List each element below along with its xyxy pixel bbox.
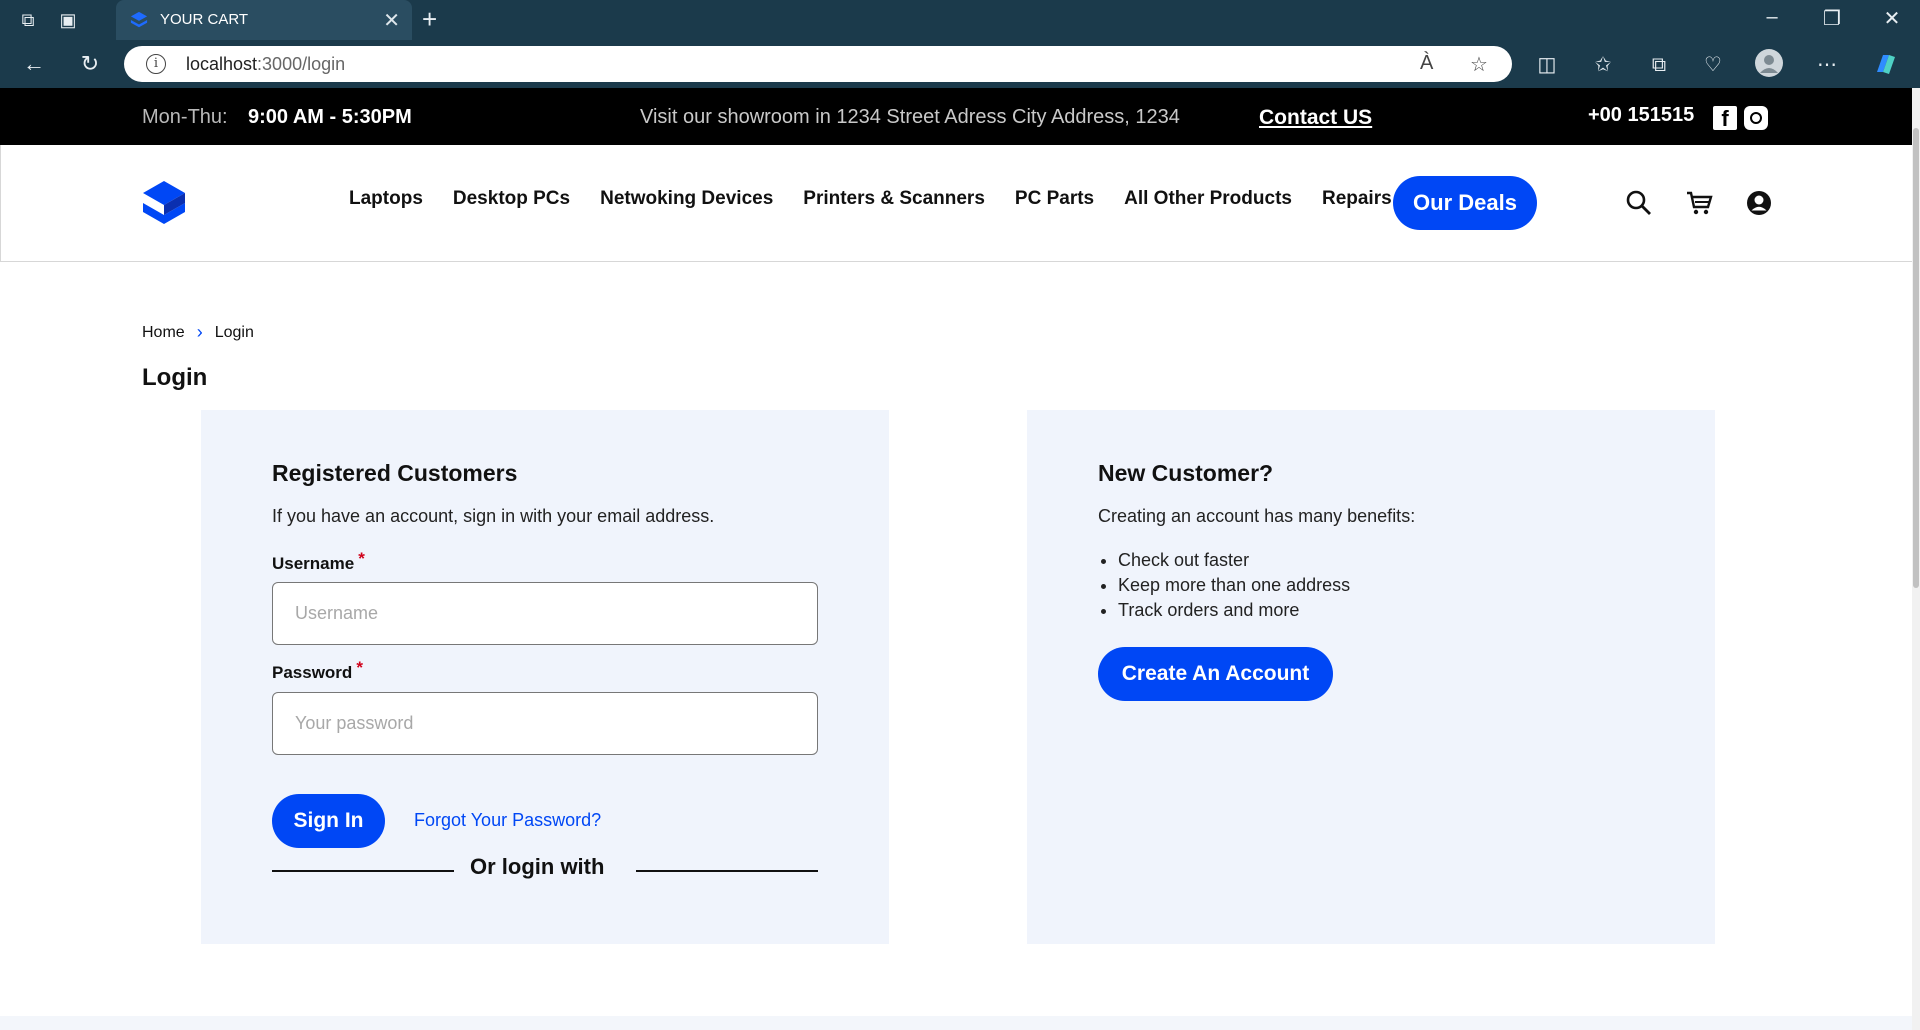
nav-printers-scanners[interactable]: Printers & Scanners — [803, 188, 985, 210]
scrollbar-thumb[interactable] — [1913, 128, 1919, 588]
breadcrumb: Home › Login — [142, 322, 254, 343]
breadcrumb-home[interactable]: Home — [142, 324, 185, 342]
site-header: Laptops Desktop PCs Netwoking Devices Pr… — [0, 145, 1914, 262]
username-label-text: Username — [272, 554, 355, 573]
favorites-icon[interactable]: ✩ — [1588, 50, 1618, 80]
page-title: Login — [142, 364, 208, 391]
nav-desktop-pcs[interactable]: Desktop PCs — [453, 188, 570, 210]
new-tab-icon[interactable]: + — [422, 4, 437, 35]
workspaces-icon[interactable]: ⧉ — [16, 8, 40, 32]
benefits-list: Check out faster Keep more than one addr… — [1118, 548, 1350, 623]
or-login-divider: Or login with — [272, 854, 818, 884]
nav-laptops[interactable]: Laptops — [349, 188, 423, 210]
divider-line-left — [272, 870, 454, 872]
account-icon[interactable] — [1745, 189, 1773, 217]
close-tab-icon[interactable]: ✕ — [383, 8, 400, 33]
username-input[interactable] — [273, 583, 817, 644]
page-scrollbar[interactable] — [1912, 88, 1920, 1030]
phone-number: +00 151515 — [1588, 104, 1695, 126]
benefit-item: Check out faster — [1118, 548, 1350, 573]
tab-actions-icon[interactable]: ▣ — [56, 8, 80, 32]
password-label: Password * — [272, 658, 363, 683]
url-path: :3000/login — [257, 54, 346, 74]
collections-icon[interactable]: ⧉ — [1644, 50, 1674, 80]
hours-value: 9:00 AM - 5:30PM — [248, 106, 412, 128]
nav-repairs[interactable]: Repairs — [1322, 188, 1392, 210]
username-field[interactable] — [272, 582, 818, 645]
close-window-icon[interactable]: ✕ — [1872, 6, 1912, 31]
hours-label: Mon-Thu: — [142, 106, 228, 128]
required-mark: * — [358, 549, 365, 568]
registered-heading: Registered Customers — [272, 460, 518, 486]
copilot-icon[interactable] — [1870, 50, 1900, 80]
contact-link[interactable]: Contact US — [1259, 106, 1372, 130]
benefit-item: Track orders and more — [1118, 598, 1350, 623]
our-deals-button[interactable]: Our Deals — [1393, 176, 1537, 230]
main-menu: Laptops Desktop PCs Netwoking Devices Pr… — [349, 188, 1422, 210]
favorite-star-icon[interactable]: ☆ — [1470, 52, 1488, 77]
minimize-icon[interactable]: – — [1752, 6, 1792, 29]
instagram-icon[interactable] — [1744, 106, 1768, 130]
url-host: localhost — [186, 54, 258, 74]
site-info-icon[interactable]: i — [146, 54, 166, 74]
browser-tab[interactable]: YOUR CART ✕ — [116, 0, 412, 40]
browser-address-bar: ← ↻ i localhost:3000/login À ☆ — [0, 40, 1920, 88]
or-login-text: Or login with — [470, 854, 605, 879]
password-input[interactable] — [273, 693, 817, 754]
divider-line-right — [636, 870, 818, 872]
chevron-right-icon: › — [196, 322, 203, 342]
read-aloud-icon[interactable]: À — [1420, 52, 1433, 75]
tab-title: YOUR CART — [160, 11, 249, 28]
split-screen-icon[interactable]: ◫ — [1532, 50, 1562, 80]
new-customer-card: New Customer? Creating an account has ma… — [1027, 410, 1715, 944]
showroom-text: Visit our showroom in 1234 Street Adress… — [640, 106, 1180, 128]
footer-edge — [0, 1016, 1912, 1030]
registered-customers-card: Registered Customers If you have an acco… — [201, 410, 889, 944]
username-label: Username * — [272, 549, 365, 574]
back-icon[interactable]: ← — [20, 50, 48, 78]
browser-essentials-icon[interactable]: ♡ — [1698, 50, 1728, 80]
benefit-item: Keep more than one address — [1118, 573, 1350, 598]
more-icon[interactable]: ⋯ — [1812, 50, 1842, 80]
new-customer-heading: New Customer? — [1098, 460, 1274, 486]
nav-all-other-products[interactable]: All Other Products — [1124, 188, 1292, 210]
registered-description: If you have an account, sign in with you… — [272, 506, 715, 526]
required-mark: * — [356, 658, 363, 677]
url-field[interactable]: i localhost:3000/login À ☆ — [124, 46, 1512, 82]
cart-icon[interactable] — [1685, 189, 1713, 217]
url-text: localhost:3000/login — [186, 54, 345, 75]
new-customer-description: Creating an account has many benefits: — [1098, 506, 1416, 526]
create-account-button[interactable]: Create An Account — [1098, 647, 1333, 701]
restore-icon[interactable]: ❐ — [1812, 6, 1852, 31]
web-page: Mon-Thu: 9:00 AM - 5:30PM Visit our show… — [0, 88, 1920, 1030]
profile-icon[interactable] — [1754, 48, 1784, 78]
nav-pc-parts[interactable]: PC Parts — [1015, 188, 1094, 210]
password-field[interactable] — [272, 692, 818, 755]
browser-tab-bar: ⧉ ▣ YOUR CART ✕ + – ❐ ✕ — [0, 0, 1920, 40]
site-favicon — [130, 11, 148, 28]
refresh-icon[interactable]: ↻ — [76, 50, 104, 78]
password-label-text: Password — [272, 663, 353, 682]
breadcrumb-current: Login — [214, 323, 254, 341]
forgot-password-link[interactable]: Forgot Your Password? — [414, 810, 601, 831]
nav-networking-devices[interactable]: Netwoking Devices — [600, 188, 773, 210]
sign-in-button[interactable]: Sign In — [272, 794, 385, 848]
facebook-icon[interactable]: f — [1713, 106, 1737, 131]
announcement-bar: Mon-Thu: 9:00 AM - 5:30PM Visit our show… — [0, 88, 1920, 145]
search-icon[interactable] — [1625, 189, 1653, 217]
site-logo[interactable] — [141, 179, 187, 229]
